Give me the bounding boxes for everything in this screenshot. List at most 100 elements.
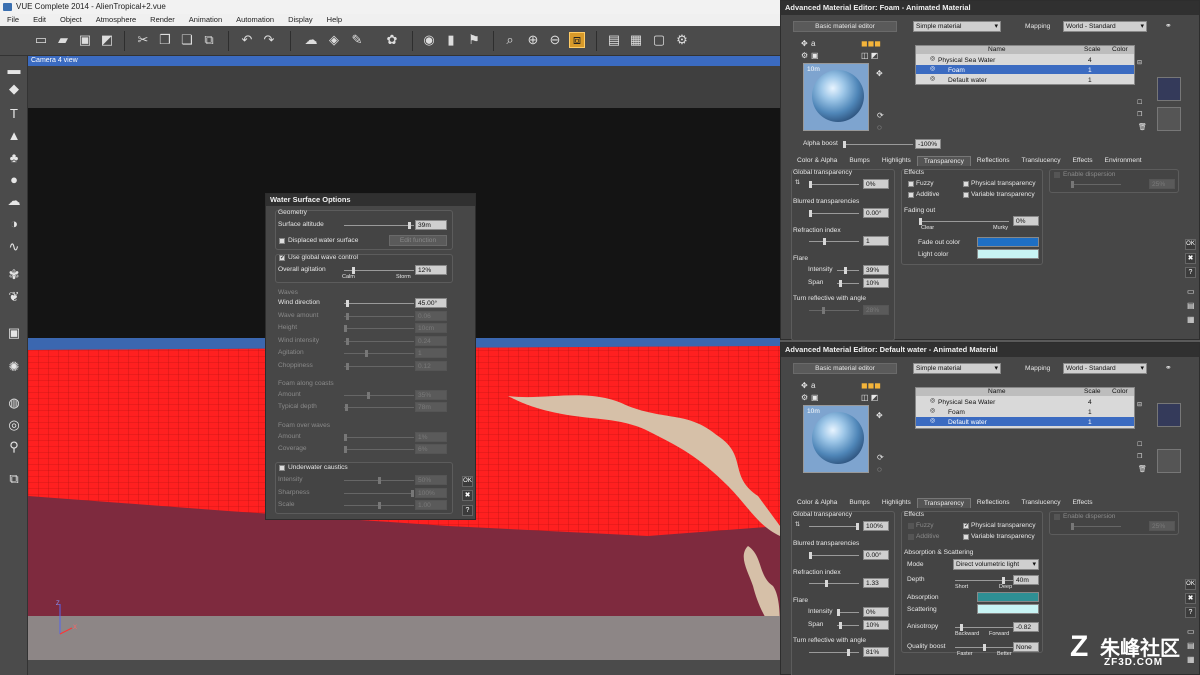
ecosystem-icon[interactable]: ✾ [5, 266, 23, 284]
fuzzy-checkbox[interactable] [908, 181, 914, 187]
param-value[interactable]: 0.12 [415, 360, 447, 371]
copy-layer-icon[interactable]: ❐ [1137, 111, 1142, 118]
displaced-water-checkbox[interactable] [279, 238, 285, 244]
material-type-dropdown[interactable]: Simple material [913, 363, 1001, 374]
refraction-slider[interactable] [809, 238, 859, 245]
render-icon[interactable]: ◉ [421, 32, 437, 48]
basic-material-editor-button[interactable]: Basic material editor [793, 21, 897, 32]
color-swatch-icon[interactable]: ◼◼◼ [861, 381, 881, 390]
basic-material-editor-button[interactable]: Basic material editor [793, 363, 897, 374]
slider-knob[interactable] [822, 307, 826, 314]
depth-slider[interactable] [955, 577, 1013, 584]
variable-transparency-checkbox[interactable] [963, 192, 969, 198]
refraction-value[interactable]: 1 [863, 236, 889, 246]
menu-render[interactable]: Render [143, 14, 182, 26]
layer-row[interactable]: Physical Sea Water 4 ◎ [916, 55, 1134, 64]
cube-icon[interactable]: ◆ [5, 80, 23, 98]
slider-knob[interactable] [919, 218, 922, 225]
light-color-swatch[interactable] [977, 249, 1039, 259]
zoom-icon[interactable]: ⌕ [502, 32, 518, 48]
quality-boost-slider[interactable] [955, 644, 1013, 651]
param-value[interactable]: 0.06 [415, 310, 447, 321]
text-a-icon[interactable]: a [811, 39, 815, 48]
alpha-boost-value[interactable]: -100% [915, 139, 941, 149]
view-icon[interactable]: ▣ [811, 393, 819, 402]
slider-knob[interactable] [345, 404, 349, 411]
material-preview[interactable]: 10m [803, 63, 869, 131]
expand-icon[interactable]: ✥ [876, 69, 883, 78]
param-slider[interactable] [344, 300, 414, 307]
physical-transparency-checkbox[interactable] [963, 181, 969, 187]
global-transparency-slider[interactable] [809, 523, 859, 530]
variable-transparency-checkbox[interactable] [963, 534, 969, 540]
menu-display[interactable]: Display [281, 14, 320, 26]
dispersion-value[interactable]: 25% [1149, 521, 1175, 531]
clapper-icon[interactable]: ▦ [628, 32, 644, 48]
slider-knob[interactable] [847, 649, 851, 656]
link-icon[interactable]: ⚭ [1165, 363, 1172, 372]
editor-help-button[interactable]: ? [1185, 607, 1196, 618]
blurred-slider[interactable] [809, 552, 859, 559]
plant-icon[interactable]: ♣ [5, 148, 23, 166]
slider-knob[interactable] [411, 489, 414, 497]
physical-transparency-checkbox[interactable]: ✓ [963, 523, 969, 529]
palette-icon[interactable]: ✿ [384, 32, 400, 48]
param-slider[interactable] [344, 434, 414, 441]
param-slider[interactable] [344, 489, 414, 497]
slider-knob[interactable] [1071, 523, 1074, 530]
param-value[interactable]: 78m [415, 402, 447, 412]
object-icon[interactable]: ◈ [326, 32, 342, 48]
checkbox-icon[interactable]: ☐ [1137, 441, 1142, 448]
help-button[interactable]: ? [462, 505, 473, 516]
doc-icon[interactable]: ▭ [1187, 287, 1195, 296]
cancel-button[interactable]: ✖ [462, 490, 473, 501]
cloud-icon[interactable]: ☁ [5, 192, 23, 210]
tab-color-alpha[interactable]: Color & Alpha [791, 498, 843, 508]
dispersion-value[interactable]: 25% [1149, 179, 1175, 189]
param-value[interactable]: 35% [415, 390, 447, 400]
color-swatch-icon[interactable]: ◼◼◼ [861, 39, 881, 48]
param-slider[interactable] [344, 392, 414, 399]
tab-reflections[interactable]: Reflections [971, 156, 1016, 166]
slider-knob[interactable] [364, 350, 368, 357]
texture-thumbnail[interactable] [1157, 403, 1181, 427]
tornado-icon[interactable]: ❦ [5, 288, 23, 306]
blurred-value[interactable]: 0.00° [863, 550, 889, 560]
blurred-value[interactable]: 0.00° [863, 208, 889, 218]
absorption-color-swatch[interactable] [977, 592, 1039, 602]
tool-a-icon[interactable]: ◍ [5, 394, 23, 412]
mode-dropdown[interactable]: Direct volumetric light [953, 559, 1039, 570]
param-slider[interactable] [344, 502, 414, 509]
editor-ok-button[interactable]: OK [1185, 579, 1196, 590]
checkbox-icon[interactable]: ☐ [1137, 99, 1142, 106]
texture-thumbnail[interactable] [1157, 77, 1181, 101]
tab-effects[interactable]: Effects [1067, 498, 1099, 508]
global-transparency-slider[interactable] [809, 181, 859, 188]
fade-out-color-swatch[interactable] [977, 237, 1039, 247]
tab-highlights[interactable]: Highlights [876, 498, 917, 508]
expand-icon[interactable]: ✥ [876, 411, 883, 420]
tab-environment[interactable]: Environment [1099, 156, 1148, 166]
depth-value[interactable]: 40m [1013, 575, 1039, 585]
layer-up-icon[interactable]: ⊟ [1137, 59, 1142, 66]
param-value[interactable]: 45.00° [415, 298, 447, 308]
zoom-out-icon[interactable]: ⊖ [547, 32, 563, 48]
ok-button[interactable]: OK [462, 476, 473, 487]
slider-knob[interactable] [982, 644, 986, 651]
param-value[interactable]: 100% [415, 487, 447, 498]
editor-ok-button[interactable]: OK [1185, 239, 1196, 250]
enable-dispersion-checkbox[interactable] [1054, 172, 1060, 178]
use-global-wave-checkbox[interactable]: ✓ [279, 255, 285, 261]
material-preview[interactable]: 10m [803, 405, 869, 473]
empty-thumbnail[interactable] [1157, 449, 1181, 473]
text-a-icon[interactable]: a [811, 381, 815, 390]
menu-file[interactable]: File [0, 14, 26, 26]
fading-out-value[interactable]: 0% [1013, 216, 1039, 226]
slider-knob[interactable] [367, 392, 371, 399]
turn-reflective-value[interactable]: 81% [863, 647, 889, 657]
param-slider[interactable] [344, 477, 414, 484]
param-value[interactable]: 1.00 [415, 500, 447, 510]
settings-icon[interactable]: ◌ [877, 123, 882, 132]
turn-reflective-slider[interactable] [809, 307, 859, 314]
menu-edit[interactable]: Edit [26, 14, 53, 26]
